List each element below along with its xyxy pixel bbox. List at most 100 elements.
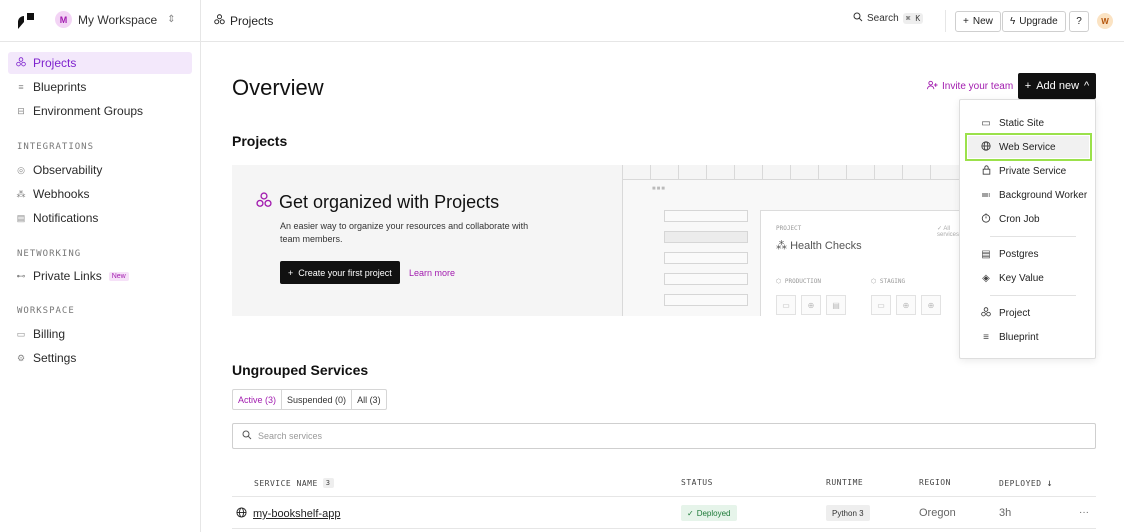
column-header-status[interactable]: STATUS	[681, 478, 713, 487]
service-name-link[interactable]: my-bookshelf-app	[253, 508, 340, 520]
projects-icon	[981, 306, 991, 320]
column-header-service-name[interactable]: SERVICE NAME 3	[254, 478, 334, 488]
illustration-env-production: ⬡ PRODUCTION	[776, 278, 821, 285]
illustration-row	[664, 294, 748, 306]
upgrade-label: Upgrade	[1019, 16, 1058, 27]
illustration-grid-line	[818, 165, 819, 179]
column-header-deployed[interactable]: DEPLOYED ↓	[999, 478, 1053, 489]
illustration-grid-line	[706, 165, 707, 179]
add-new-button[interactable]: + Add new ^	[1018, 73, 1096, 99]
deployed-time-cell: 3h	[999, 507, 1012, 519]
sidebar-item-private-links[interactable]: ⊷ Private Links New	[8, 265, 192, 287]
menu-item-label: Web Service	[999, 141, 1056, 153]
upgrade-button[interactable]: ϟ Upgrade	[1002, 11, 1066, 32]
illustration-grid-line	[650, 165, 651, 179]
more-actions-icon[interactable]: ···	[1079, 507, 1089, 518]
illustration-grid-line	[678, 165, 679, 179]
service-name-cell[interactable]: my-bookshelf-app	[236, 507, 340, 521]
env-label: PRODUCTION	[784, 278, 821, 285]
sidebar-item-label: Webhooks	[33, 187, 90, 201]
menu-item-static-site[interactable]: ▭ Static Site	[968, 112, 1089, 134]
breadcrumb-projects[interactable]: Projects	[230, 14, 273, 28]
create-project-label: Create your first project	[298, 267, 392, 278]
render-logo-icon[interactable]	[18, 13, 34, 29]
column-header-region[interactable]: REGION	[919, 478, 951, 487]
menu-item-label: Background Worker	[999, 189, 1088, 201]
observability-icon: ◎	[17, 164, 25, 175]
illustration-project-label: PROJECT	[776, 225, 802, 232]
search-button[interactable]: Search ⌘ K	[853, 12, 924, 25]
tab-active[interactable]: Active (3)	[233, 390, 283, 409]
sidebar-item-notifications[interactable]: ▤ Notifications	[8, 207, 192, 229]
new-button[interactable]: + New	[955, 11, 1001, 32]
static-site-icon: ▭	[871, 295, 891, 315]
learn-more-link[interactable]: Learn more	[409, 268, 455, 278]
section-heading-networking: NETWORKING	[17, 249, 82, 259]
menu-item-project[interactable]: Project	[968, 302, 1089, 324]
illustration-row	[664, 231, 748, 243]
runtime-badge: Python 3	[826, 505, 870, 521]
menu-item-postgres[interactable]: ▤ Postgres	[968, 243, 1089, 265]
menu-item-key-value[interactable]: ◈ Key Value	[968, 267, 1089, 289]
illustration-row	[664, 252, 748, 264]
sidebar-item-billing[interactable]: ▭ Billing	[8, 323, 192, 345]
check-icon: ✓	[687, 508, 694, 518]
database-icon: ▤	[981, 248, 991, 260]
section-heading-integrations: INTEGRATIONS	[17, 142, 95, 152]
workspace-switcher[interactable]: M My Workspace ⇕	[55, 11, 176, 28]
worker-icon: ≕	[981, 189, 991, 201]
sidebar-item-blueprints[interactable]: ≡ Blueprints	[8, 76, 192, 98]
menu-item-label: Postgres	[999, 248, 1039, 260]
search-services-input[interactable]	[258, 431, 658, 441]
menu-item-private-service[interactable]: Private Service	[968, 160, 1089, 182]
sidebar-item-label: Observability	[33, 163, 103, 177]
help-icon: ?	[1076, 16, 1082, 27]
illustration-grid-line	[622, 165, 623, 179]
divider	[232, 496, 1096, 497]
create-project-button[interactable]: + Create your first project	[280, 261, 400, 284]
globe-icon: ⊕	[921, 295, 941, 315]
user-avatar[interactable]: W	[1097, 13, 1113, 29]
illustration-grid-line	[734, 165, 735, 179]
menu-item-blueprint[interactable]: ≡ Blueprint	[968, 326, 1089, 348]
menu-item-label: Static Site	[999, 117, 1045, 129]
sidebar-item-label: Environment Groups	[33, 104, 144, 118]
illustration-row	[664, 273, 748, 285]
menu-item-cron-job[interactable]: Cron Job	[968, 208, 1089, 230]
sidebar-item-observability[interactable]: ◎ Observability	[8, 159, 192, 181]
illustration-env-staging: ⬡ STAGING	[871, 278, 906, 285]
tab-all[interactable]: All (3)	[352, 390, 386, 409]
illustration-grid-line	[902, 165, 903, 179]
globe-icon	[981, 140, 991, 154]
clock-icon	[981, 212, 991, 226]
menu-divider	[990, 236, 1076, 237]
menu-item-background-worker[interactable]: ≕ Background Worker	[968, 184, 1089, 206]
tab-suspended[interactable]: Suspended (0)	[282, 390, 353, 409]
globe-icon	[236, 507, 247, 521]
sidebar-item-label: Notifications	[33, 211, 99, 225]
menu-item-web-service[interactable]: Web Service	[965, 133, 1092, 161]
sidebar-item-projects[interactable]: Projects	[8, 52, 192, 74]
help-button[interactable]: ?	[1069, 11, 1089, 32]
illustration-row	[664, 210, 748, 222]
search-services-box	[232, 423, 1096, 449]
add-user-icon	[927, 80, 938, 93]
add-new-label: Add new	[1036, 80, 1080, 92]
illustration-title-text: Health Checks	[790, 240, 862, 252]
private-links-icon: ⊷	[16, 270, 26, 281]
divider	[200, 0, 201, 42]
database-icon: ▤	[826, 295, 846, 315]
invite-team-link[interactable]: Invite your team	[927, 80, 1013, 93]
illustration-project-card: PROJECT ✓ All services ⁂ Health Checks ⬡…	[760, 210, 962, 316]
header-label: REGION	[919, 478, 951, 487]
sidebar-item-settings[interactable]: ⚙ Settings	[8, 347, 192, 369]
chevron-updown-icon: ⇕	[167, 14, 176, 25]
service-count-badge: 3	[322, 478, 334, 488]
sidebar-item-webhooks[interactable]: ⁂ Webhooks	[8, 183, 192, 205]
status-label: Deployed	[696, 508, 731, 518]
plus-icon: +	[288, 267, 294, 278]
section-heading-workspace: WORKSPACE	[17, 306, 75, 316]
sidebar-item-label: Blueprints	[33, 80, 87, 94]
column-header-runtime[interactable]: RUNTIME	[826, 478, 863, 487]
sidebar-item-environment-groups[interactable]: ⊟ Environment Groups	[8, 100, 192, 122]
